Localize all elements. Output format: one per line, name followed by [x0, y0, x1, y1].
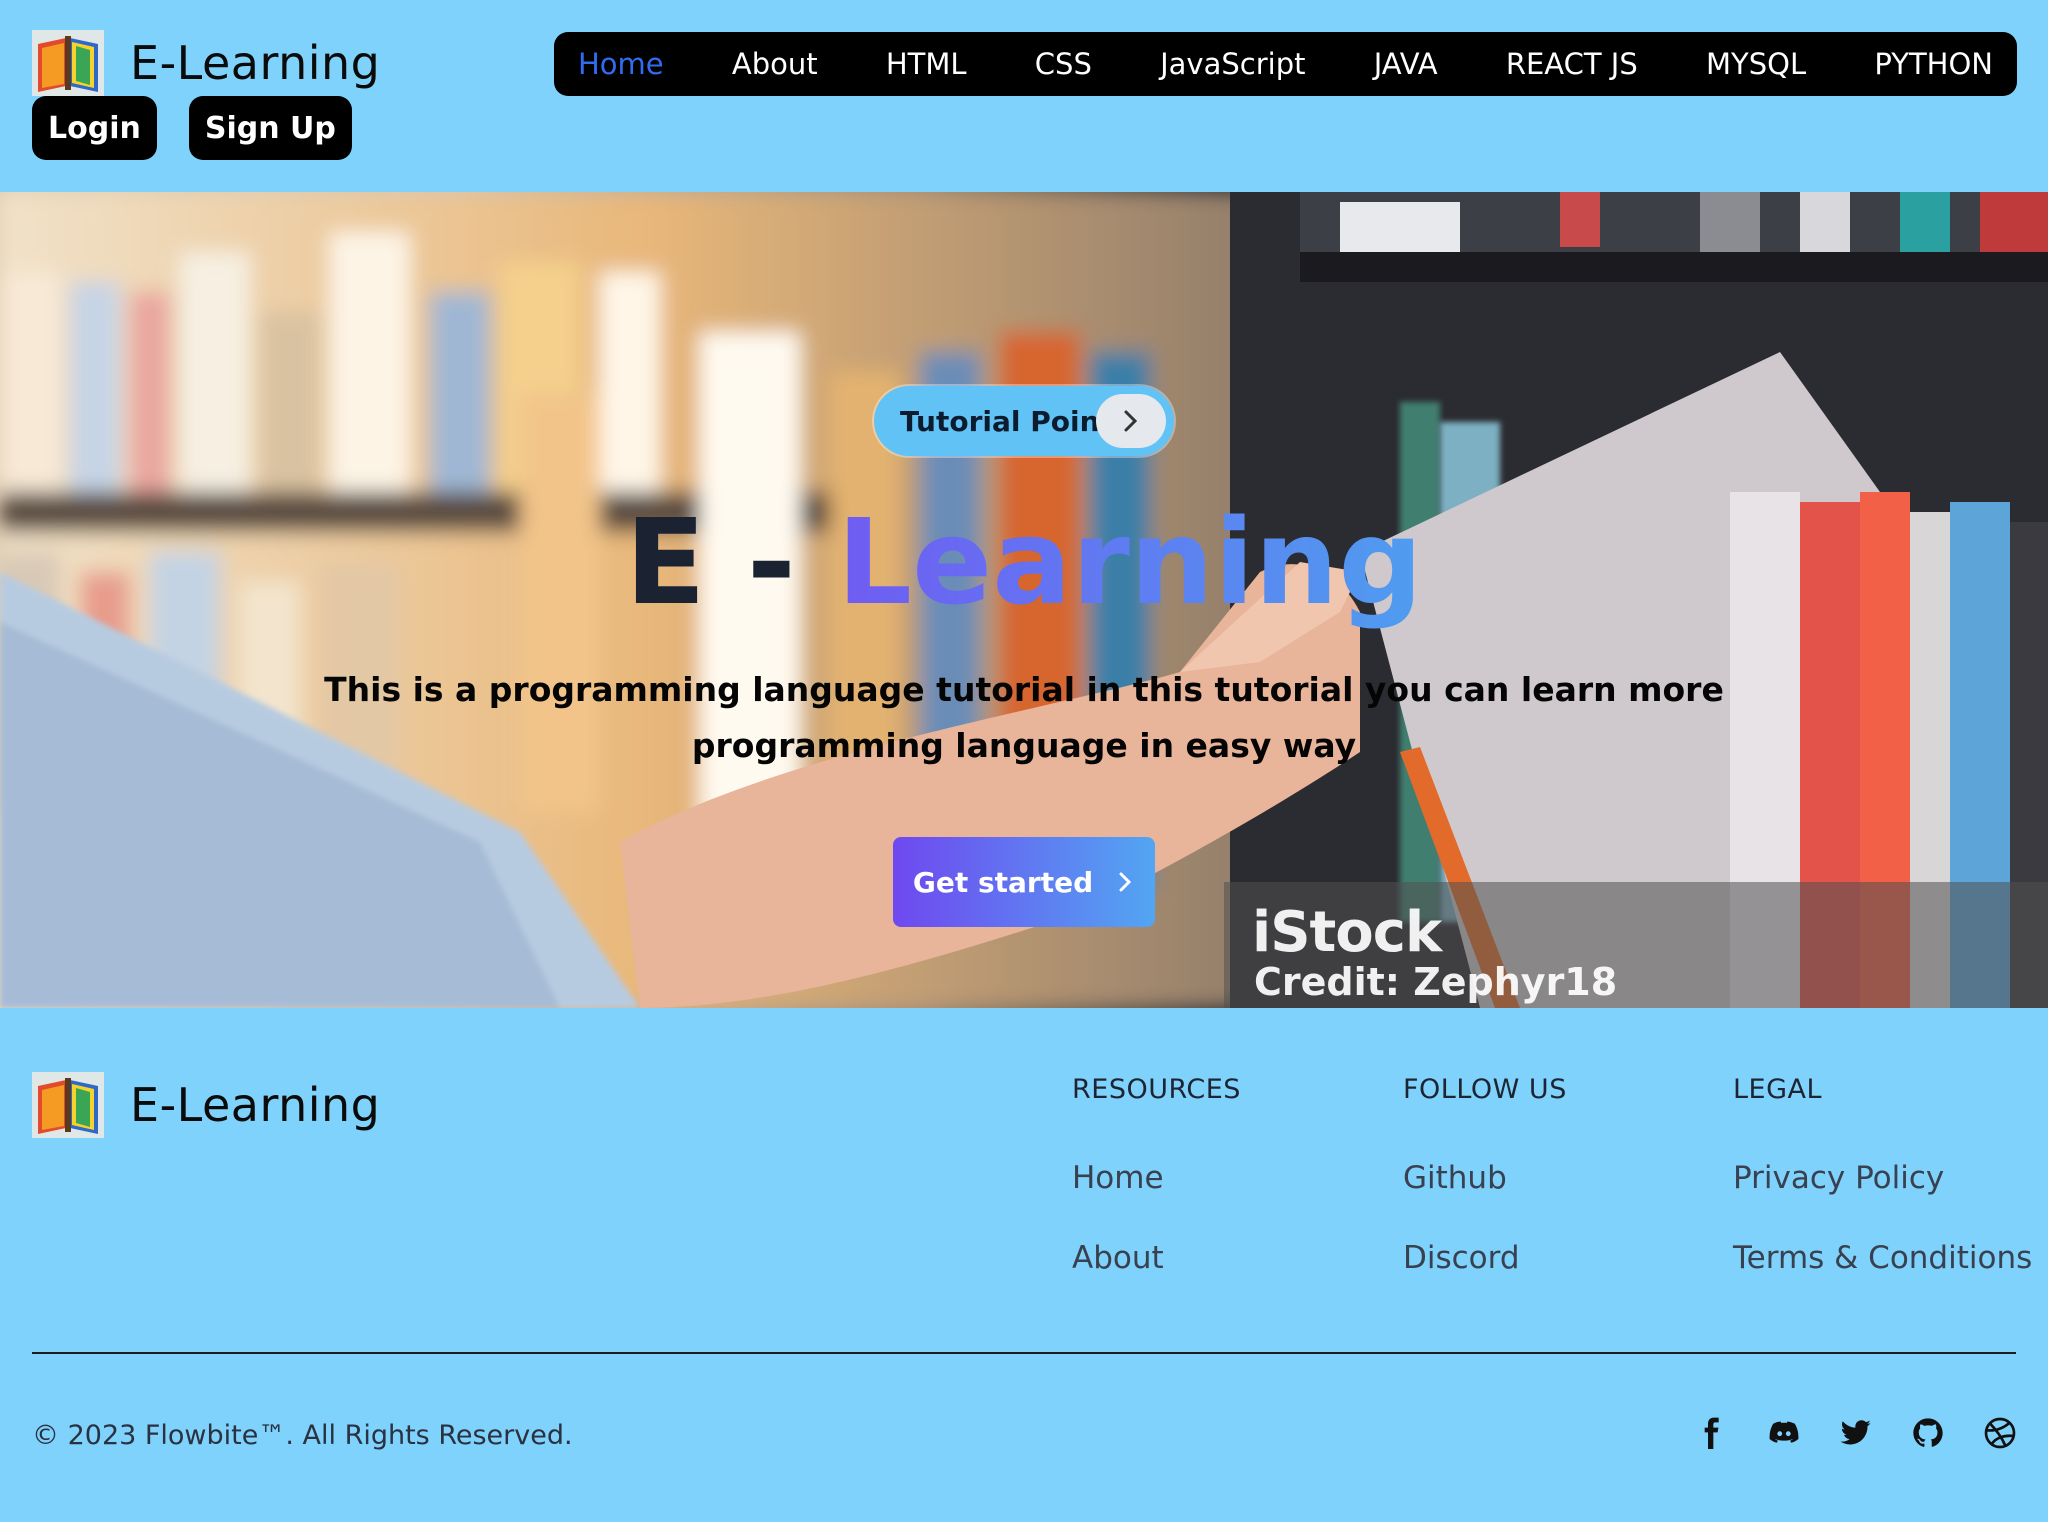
get-started-label: Get started [912, 865, 1094, 899]
dribbble-icon[interactable] [1984, 1416, 2016, 1450]
nav-item-javascript[interactable]: JavaScript [1160, 47, 1305, 81]
auth-buttons: Login Sign Up [32, 96, 352, 160]
site-footer: E-Learning RESOURCES Home About FOLLOW U… [0, 1008, 2048, 1522]
footer-column-resources: RESOURCES Home About [1072, 1074, 1241, 1276]
footer-link-about[interactable]: About [1072, 1240, 1164, 1276]
footer-link-terms[interactable]: Terms & Conditions [1733, 1240, 2032, 1276]
column-title: RESOURCES [1072, 1074, 1241, 1105]
nav-item-mysql[interactable]: MYSQL [1706, 47, 1806, 81]
footer-divider [32, 1352, 2016, 1354]
footer-link-privacy-policy[interactable]: Privacy Policy [1733, 1160, 1944, 1196]
hero-description: This is a programming language tutorial … [324, 670, 1724, 765]
nav-item-python[interactable]: PYTHON [1874, 47, 1993, 81]
nav-item-react-js[interactable]: REACT JS [1506, 47, 1638, 81]
nav-item-about[interactable]: About [732, 47, 818, 81]
nav-item-html[interactable]: HTML [886, 47, 967, 81]
brand-name: E-Learning [130, 36, 381, 90]
footer-column-follow-us: FOLLOW US Github Discord [1403, 1074, 1567, 1276]
footer-link-discord[interactable]: Discord [1403, 1240, 1520, 1276]
hero-title-highlight: Learning [836, 493, 1423, 631]
nav-item-home[interactable]: Home [578, 47, 664, 81]
hero-title-prefix: E - [625, 493, 837, 631]
main-nav: Home About HTML CSS JavaScript JAVA REAC… [554, 32, 2017, 96]
book-logo-icon [32, 30, 104, 96]
get-started-button[interactable]: Get started [893, 837, 1155, 927]
discord-icon[interactable] [1768, 1416, 1800, 1450]
nav-item-java[interactable]: JAVA [1374, 47, 1438, 81]
book-logo-icon [32, 1072, 104, 1138]
pill-label: Tutorial Point [900, 404, 1113, 438]
facebook-icon[interactable] [1696, 1416, 1728, 1450]
footer-brand[interactable]: E-Learning [32, 1072, 380, 1138]
brand[interactable]: E-Learning [32, 30, 380, 96]
hero-title: E - Learning [0, 492, 2048, 632]
github-icon[interactable] [1912, 1416, 1944, 1450]
chevron-right-icon [1096, 394, 1166, 448]
hero-section: iStock Credit: Zephyr18 Tutorial Point E… [0, 192, 2048, 1008]
signup-button[interactable]: Sign Up [188, 96, 352, 160]
footer-column-legal: LEGAL Privacy Policy Terms & Conditions [1733, 1074, 2032, 1276]
footer-link-github[interactable]: Github [1403, 1160, 1507, 1196]
copyright-text: © 2023 Flowbite™. All Rights Reserved. [32, 1420, 573, 1451]
chevron-right-icon [1119, 872, 1132, 892]
twitter-icon[interactable] [1840, 1416, 1872, 1450]
site-header: E-Learning Login Sign Up Home About HTML… [0, 0, 2048, 192]
footer-link-home[interactable]: Home [1072, 1160, 1164, 1196]
tutorial-point-pill[interactable]: Tutorial Point [874, 386, 1174, 456]
social-links [1696, 1416, 2016, 1450]
footer-brand-name: E-Learning [130, 1078, 381, 1132]
nav-item-css[interactable]: CSS [1035, 47, 1092, 81]
login-button[interactable]: Login [32, 96, 157, 160]
hero-content: Tutorial Point E - Learning This is a pr… [0, 192, 2048, 1008]
column-title: FOLLOW US [1403, 1074, 1567, 1105]
column-title: LEGAL [1733, 1074, 1823, 1105]
